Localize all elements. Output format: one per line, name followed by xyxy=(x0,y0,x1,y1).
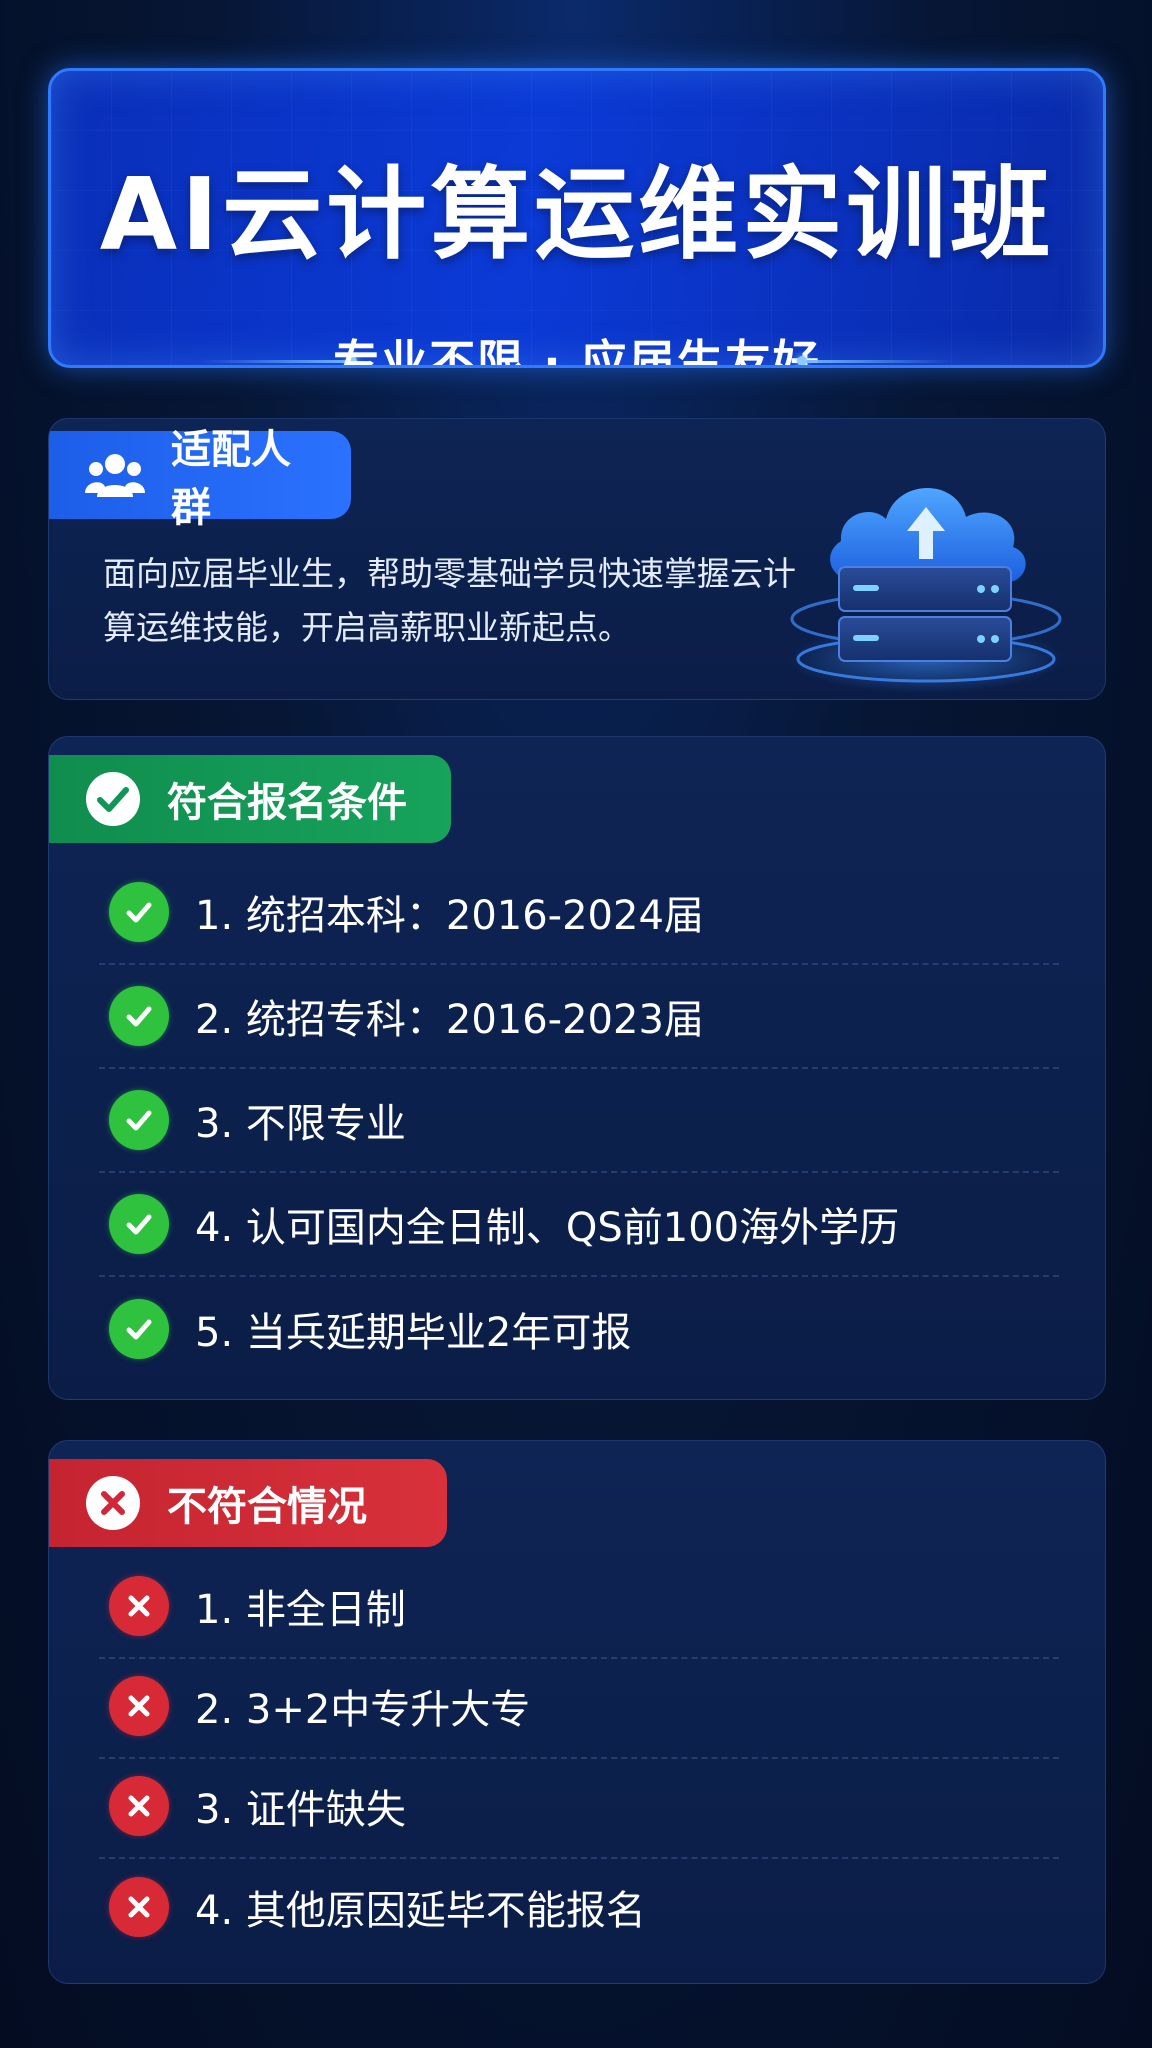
ineligible-tag: 不符合情况 xyxy=(49,1459,447,1547)
check-icon xyxy=(109,1299,169,1359)
users-icon xyxy=(85,451,145,499)
check-icon xyxy=(109,986,169,1046)
check-icon xyxy=(109,882,169,942)
page: AI云计算运维实训班 专业不限 · 应届生友好 适配人群 面向应届毕业生，帮助零… xyxy=(0,0,1152,2048)
list-item-text: 3. 不限专业 xyxy=(195,1101,406,1147)
list-item-text: 1. 统招本科：2016-2024届 xyxy=(195,893,704,939)
list-item: 5. 当兵延期毕业2年可报 xyxy=(99,1277,1059,1381)
check-icon xyxy=(109,1090,169,1150)
eligible-tag-label: 符合报名条件 xyxy=(167,780,407,826)
x-icon xyxy=(109,1877,169,1937)
header-banner: AI云计算运维实训班 专业不限 · 应届生友好 xyxy=(48,68,1106,368)
list-item: 3. 证件缺失 xyxy=(99,1755,1059,1859)
list-item: 4. 认可国内全日制、QS前100海外学历 xyxy=(99,1173,1059,1277)
page-title: AI云计算运维实训班 xyxy=(99,156,1055,273)
x-icon xyxy=(109,1776,169,1836)
list-item-text: 4. 其他原因延毕不能报名 xyxy=(195,1888,646,1934)
ineligible-card: 不符合情况 1. 非全日制 2. 3+2中专升大专 3. 证件缺失 4. 其他原… xyxy=(48,1440,1106,1984)
list-item: 3. 不限专业 xyxy=(99,1069,1059,1173)
check-icon xyxy=(109,1194,169,1254)
x-icon xyxy=(109,1576,169,1636)
list-item: 1. 统招本科：2016-2024届 xyxy=(99,861,1059,965)
audience-card: 适配人群 面向应届毕业生，帮助零基础学员快速掌握云计算运维技能，开启高薪职业新起… xyxy=(48,418,1106,700)
list-item: 2. 3+2中专升大专 xyxy=(99,1655,1059,1759)
audience-tag: 适配人群 xyxy=(49,427,351,531)
list-item: 1. 非全日制 xyxy=(99,1555,1059,1659)
cloud-server-icon xyxy=(781,459,1071,699)
x-icon xyxy=(109,1676,169,1736)
list-item-text: 5. 当兵延期毕业2年可报 xyxy=(195,1310,632,1356)
list-item: 2. 统招专科：2016-2023届 xyxy=(99,965,1059,1069)
list-item-text: 1. 非全日制 xyxy=(195,1587,406,1633)
check-circle-icon xyxy=(85,771,141,827)
decor-line-right xyxy=(803,360,953,363)
list-item-text: 2. 统招专科：2016-2023届 xyxy=(195,997,704,1043)
audience-tag-label: 适配人群 xyxy=(171,427,291,531)
audience-description: 面向应届毕业生，帮助零基础学员快速掌握云计算运维技能，开启高薪职业新起点。 xyxy=(103,554,796,647)
ineligible-tag-label: 不符合情况 xyxy=(167,1484,367,1530)
eligible-card: 符合报名条件 1. 统招本科：2016-2024届 2. 统招专科：2016-2… xyxy=(48,736,1106,1400)
list-item-text: 3. 证件缺失 xyxy=(195,1787,406,1833)
x-circle-icon xyxy=(85,1475,141,1531)
list-item-text: 4. 认可国内全日制、QS前100海外学历 xyxy=(195,1205,900,1251)
list-item: 4. 其他原因延毕不能报名 xyxy=(99,1855,1059,1959)
eligible-tag: 符合报名条件 xyxy=(49,755,451,843)
list-item-text: 2. 3+2中专升大专 xyxy=(195,1687,531,1733)
